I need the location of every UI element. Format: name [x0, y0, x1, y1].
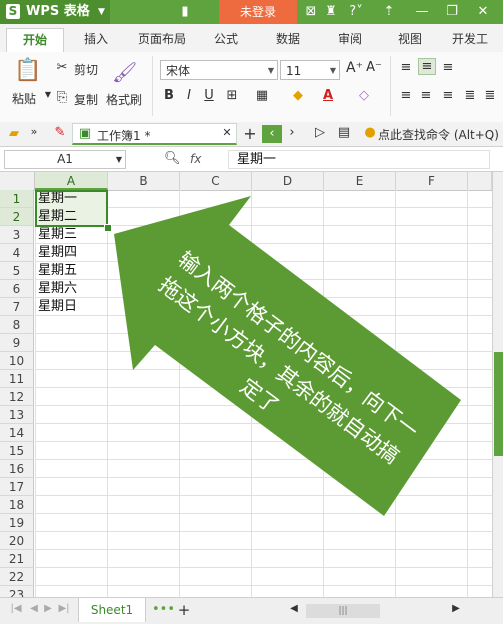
add-sheet-icon[interactable]: +: [176, 601, 192, 619]
last-sheet-icon[interactable]: ▶|: [56, 603, 72, 614]
more-sheets-icon[interactable]: •••: [152, 602, 175, 617]
vertical-scroll-thumb[interactable]: [494, 352, 503, 456]
sheet-tab-sheet1[interactable]: Sheet1: [78, 598, 146, 622]
first-sheet-icon[interactable]: |◀: [8, 603, 24, 614]
horizontal-scroll-thumb[interactable]: |||: [306, 604, 380, 618]
scroll-left-icon[interactable]: ◀: [286, 603, 302, 614]
sheet-bar: |◀ ◀ ▶ ▶| ••• + ◀ ||| ▶: [0, 597, 503, 624]
scroll-right-icon[interactable]: ▶: [448, 603, 464, 614]
next-sheet-icon[interactable]: ▶: [40, 603, 56, 614]
